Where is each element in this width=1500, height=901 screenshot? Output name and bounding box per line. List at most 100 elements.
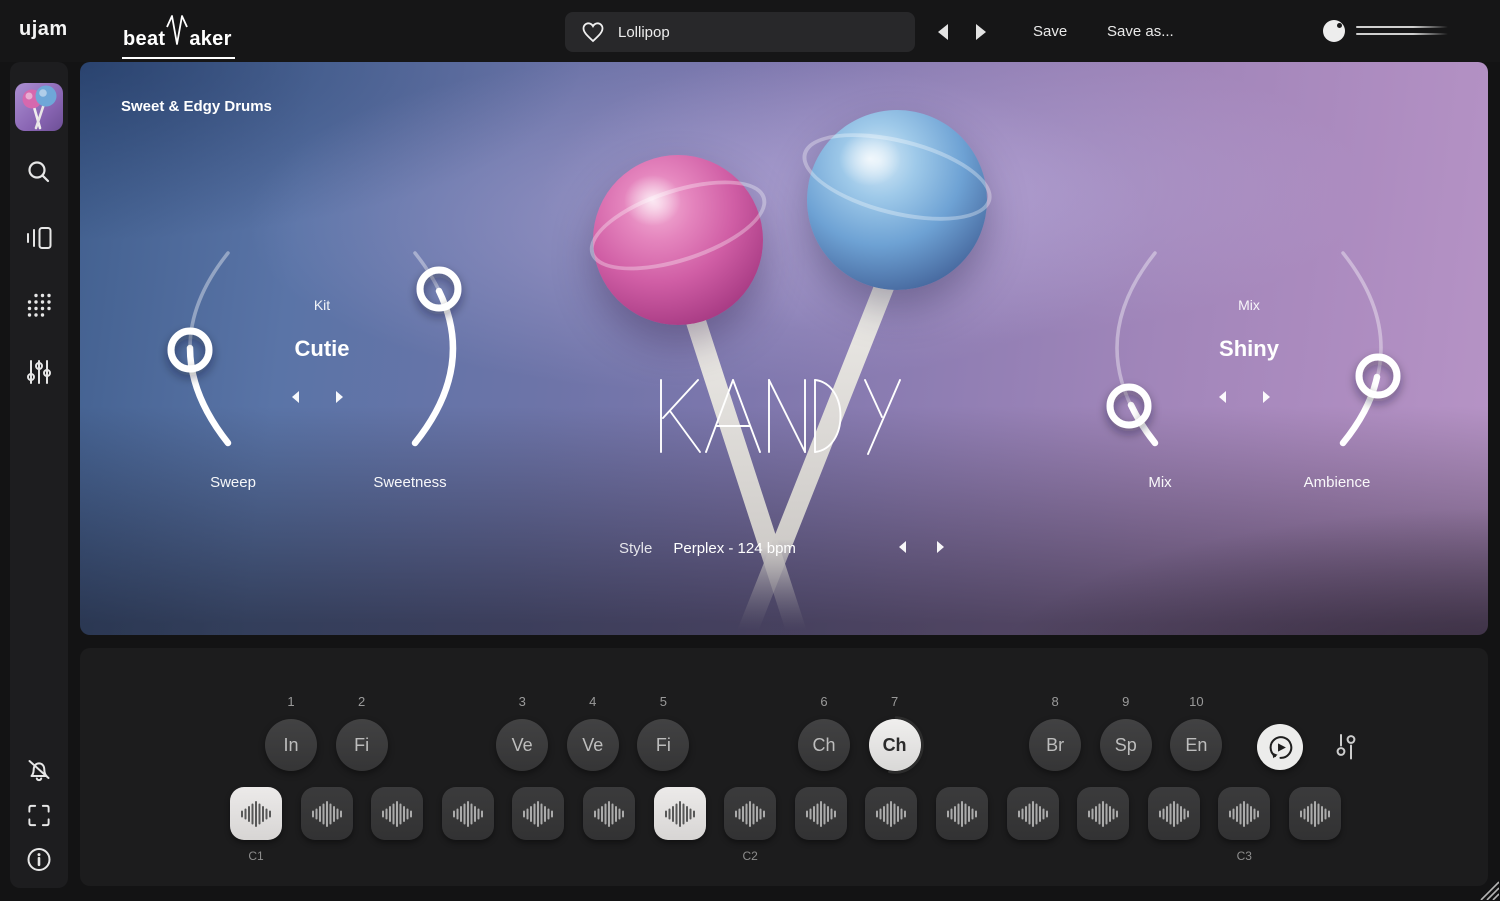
phrase-pad-button[interactable]: Br (1029, 719, 1081, 771)
ambience-knob[interactable] (1343, 253, 1397, 443)
phrase-pad-label: En (1185, 735, 1207, 756)
key-pad-button[interactable] (371, 787, 423, 840)
sweetness-knob[interactable] (415, 253, 458, 443)
save-as-button[interactable]: Save as... (1107, 23, 1174, 40)
preset-artwork-thumbnail[interactable] (15, 83, 63, 131)
preset-selector[interactable]: Lollipop (565, 12, 915, 52)
key-pad-button[interactable]: C3 (1218, 787, 1270, 840)
mixer-settings-button[interactable] (26, 358, 52, 386)
key-pad-button[interactable] (865, 787, 917, 840)
phrase-pad: 7 Ch (869, 694, 921, 771)
previous-preset-button[interactable] (938, 24, 948, 40)
kit-selector: Kit Cutie (242, 297, 402, 362)
phrase-pad-number: 9 (1100, 694, 1152, 712)
phrase-pad-button[interactable]: Sp (1100, 719, 1152, 771)
octave-label: C2 (742, 849, 757, 863)
save-button[interactable]: Save (1033, 23, 1067, 40)
style-previous-arrow[interactable] (899, 541, 906, 553)
micro-mixer-icon (1336, 732, 1356, 762)
volume-slider-line-1[interactable] (1356, 26, 1448, 28)
key-pad-button[interactable] (442, 787, 494, 840)
mix-knob[interactable] (1110, 253, 1155, 443)
key-pad-button[interactable] (795, 787, 847, 840)
sliders-icon (26, 358, 52, 386)
style-next-arrow[interactable] (937, 541, 944, 553)
phrase-pad-button[interactable]: Ch (798, 719, 850, 771)
key-pad-button[interactable] (1148, 787, 1200, 840)
key-pad-button[interactable] (583, 787, 635, 840)
phrase-pad-button[interactable]: En (1170, 719, 1222, 771)
waveform-icon (1017, 800, 1049, 828)
loop-play-button[interactable] (1257, 724, 1303, 770)
phrase-pad-label: Fi (354, 735, 369, 756)
phrase-pad-button[interactable]: Ch (869, 719, 921, 771)
micro-mixer-button[interactable] (1336, 732, 1356, 767)
key-pad-button[interactable] (1077, 787, 1129, 840)
phrase-pad-label: Ch (883, 735, 907, 756)
ambience-knob-label: Ambience (1257, 474, 1417, 491)
beatmaker-logo-suffix: aker (189, 28, 231, 51)
key-pad-button[interactable] (1007, 787, 1059, 840)
key-pad-button[interactable] (936, 787, 988, 840)
mix-previous-arrow[interactable] (1219, 391, 1226, 403)
phrase-pad-button[interactable]: Fi (336, 719, 388, 771)
waveform-icon (311, 800, 343, 828)
master-volume-knob[interactable] (1323, 20, 1345, 42)
phrase-pad-number: 10 (1170, 694, 1222, 712)
phrase-pad-button[interactable]: In (265, 719, 317, 771)
phrase-pad: 9 Sp (1100, 694, 1152, 771)
key-pad-button[interactable] (512, 787, 564, 840)
phrase-pad-button[interactable]: Ve (496, 719, 548, 771)
sidebar (10, 62, 68, 888)
waveform-icon (875, 800, 907, 828)
waveform-icon (240, 800, 272, 828)
octave-label: C3 (1237, 849, 1252, 863)
sweep-knob[interactable] (171, 253, 228, 443)
phrase-pad-label: Ch (812, 735, 835, 756)
kit-label: Kit (242, 297, 402, 313)
beatmaker-logo: beat aker (122, 13, 235, 59)
phrase-pad-number: 6 (798, 694, 850, 712)
info-button[interactable] (26, 846, 53, 873)
pattern-editor-button[interactable] (26, 292, 52, 318)
window-resize-grip[interactable] (1473, 874, 1499, 900)
phrase-pad-number: 4 (567, 694, 619, 712)
key-pad-row: C1 (230, 787, 1360, 840)
key-pad-button[interactable] (1289, 787, 1341, 840)
waveform-icon (1087, 800, 1119, 828)
ujam-logo: ujam (19, 18, 68, 41)
mix-value[interactable]: Shiny (1169, 336, 1329, 362)
kit-previous-arrow[interactable] (292, 391, 299, 403)
favorite-heart-icon[interactable] (581, 21, 605, 43)
waveform-icon (805, 800, 837, 828)
kit-browser-button[interactable] (25, 224, 53, 252)
search-button[interactable] (26, 159, 52, 185)
phrase-pad: 2 Fi (336, 694, 388, 771)
phrase-pad-button[interactable]: Fi (637, 719, 689, 771)
mix-next-arrow[interactable] (1263, 391, 1270, 403)
key-pad-button[interactable]: C2 (724, 787, 776, 840)
fullscreen-button[interactable] (27, 803, 52, 828)
kit-next-arrow[interactable] (336, 391, 343, 403)
notifications-muted-button[interactable] (26, 757, 53, 784)
volume-knob-indicator (1337, 23, 1342, 28)
volume-slider-line-2[interactable] (1356, 33, 1448, 35)
phrase-pad-number: 5 (637, 694, 689, 712)
style-selector: Style Perplex - 124 bpm (619, 540, 796, 557)
hero-panel: Sweet & Edgy Drums (80, 62, 1488, 635)
key-pad-button[interactable] (301, 787, 353, 840)
kit-value[interactable]: Cutie (242, 336, 402, 362)
phrase-pad: 8 Br (1029, 694, 1081, 771)
next-preset-button[interactable] (976, 24, 986, 40)
mix-knob-label: Mix (1080, 474, 1240, 491)
beatmaker-m-waveform-icon (166, 13, 188, 45)
beatmaker-kandy-window: ujam beat aker Lollipop Save Save as... (0, 0, 1500, 901)
style-label: Style (619, 540, 652, 557)
key-pad-button[interactable] (654, 787, 706, 840)
style-value[interactable]: Perplex - 124 bpm (673, 540, 796, 557)
mix-label: Mix (1169, 297, 1329, 313)
key-pad-button[interactable]: C1 (230, 787, 282, 840)
phrase-pad-button[interactable]: Ve (567, 719, 619, 771)
phrase-pad-label: Br (1046, 735, 1064, 756)
kit-browser-icon (25, 224, 53, 252)
